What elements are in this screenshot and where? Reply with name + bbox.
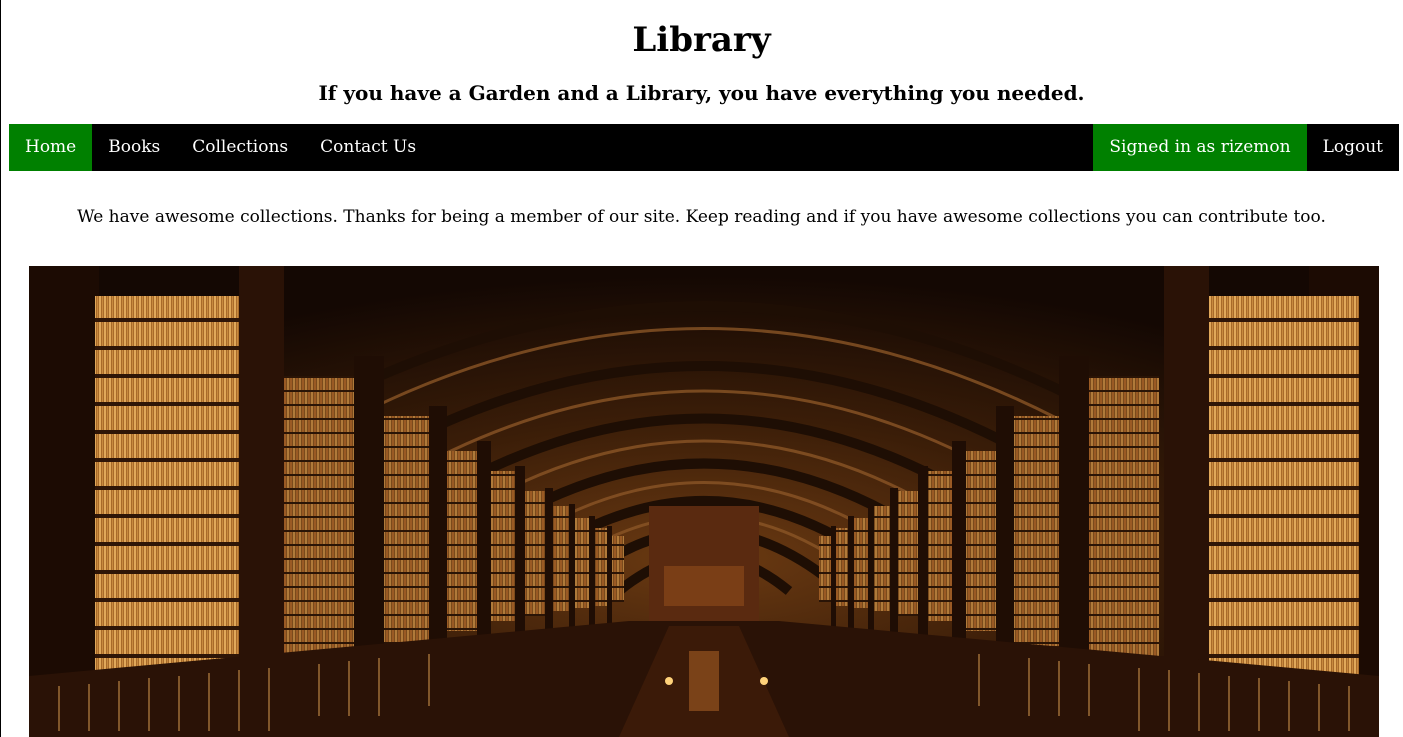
- nav-books-link[interactable]: Books: [92, 124, 176, 171]
- signed-in-user-link[interactable]: Signed in as rizemon: [1093, 124, 1307, 171]
- page-left-border: [0, 0, 1, 737]
- intro-text: We have awesome collections. Thanks for …: [77, 207, 1326, 227]
- library-hall-illustration: [29, 266, 1379, 737]
- site-tagline: If you have a Garden and a Library, you …: [318, 81, 1085, 105]
- nav-contact-link[interactable]: Contact Us: [304, 124, 432, 171]
- library-hall-image: [29, 266, 1379, 737]
- nav-home-link[interactable]: Home: [9, 124, 93, 171]
- site-title: Library: [632, 20, 771, 60]
- nav-collections-link[interactable]: Collections: [176, 124, 304, 171]
- main-navbar: Home Books Collections Contact Us Signed…: [9, 124, 1399, 171]
- logout-link[interactable]: Logout: [1307, 124, 1399, 171]
